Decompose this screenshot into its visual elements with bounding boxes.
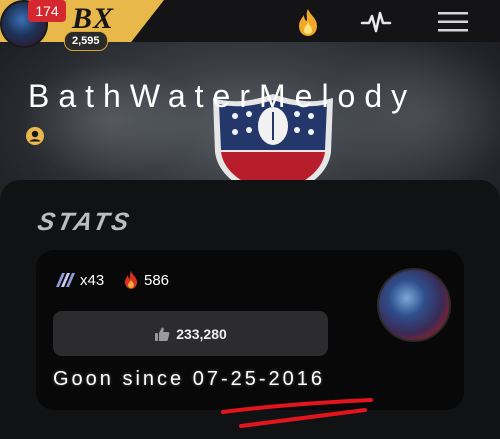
multiplier-stat: x43 (54, 268, 104, 292)
stats-title: STATS (35, 208, 135, 236)
notification-badge[interactable]: 174 (28, 0, 66, 22)
background-smoke (320, 40, 500, 190)
fire-stat-icon (125, 271, 137, 289)
fire-stat: 586 (122, 268, 169, 292)
top-navigation-bar: BX 174 2,595 (0, 0, 500, 51)
multiplier-value: x43 (80, 271, 105, 289)
user-profile-icon[interactable] (25, 126, 45, 146)
multiplier-icon (56, 273, 75, 287)
profile-username: BathWaterMelody (28, 78, 417, 114)
red-underline-annotation (221, 398, 373, 428)
activity-icon[interactable] (360, 6, 392, 38)
menu-icon[interactable] (437, 6, 469, 38)
likes-count: 233,280 (176, 325, 227, 342)
member-since-text: Goon since 07-25-2016 (53, 368, 326, 390)
fire-count: 586 (144, 271, 170, 289)
likes-button[interactable]: 233,280 (53, 311, 328, 356)
thumbs-up-icon (155, 327, 170, 341)
points-badge[interactable]: 2,595 (64, 31, 108, 51)
fire-icon[interactable] (292, 6, 324, 38)
profile-avatar[interactable] (377, 268, 451, 342)
